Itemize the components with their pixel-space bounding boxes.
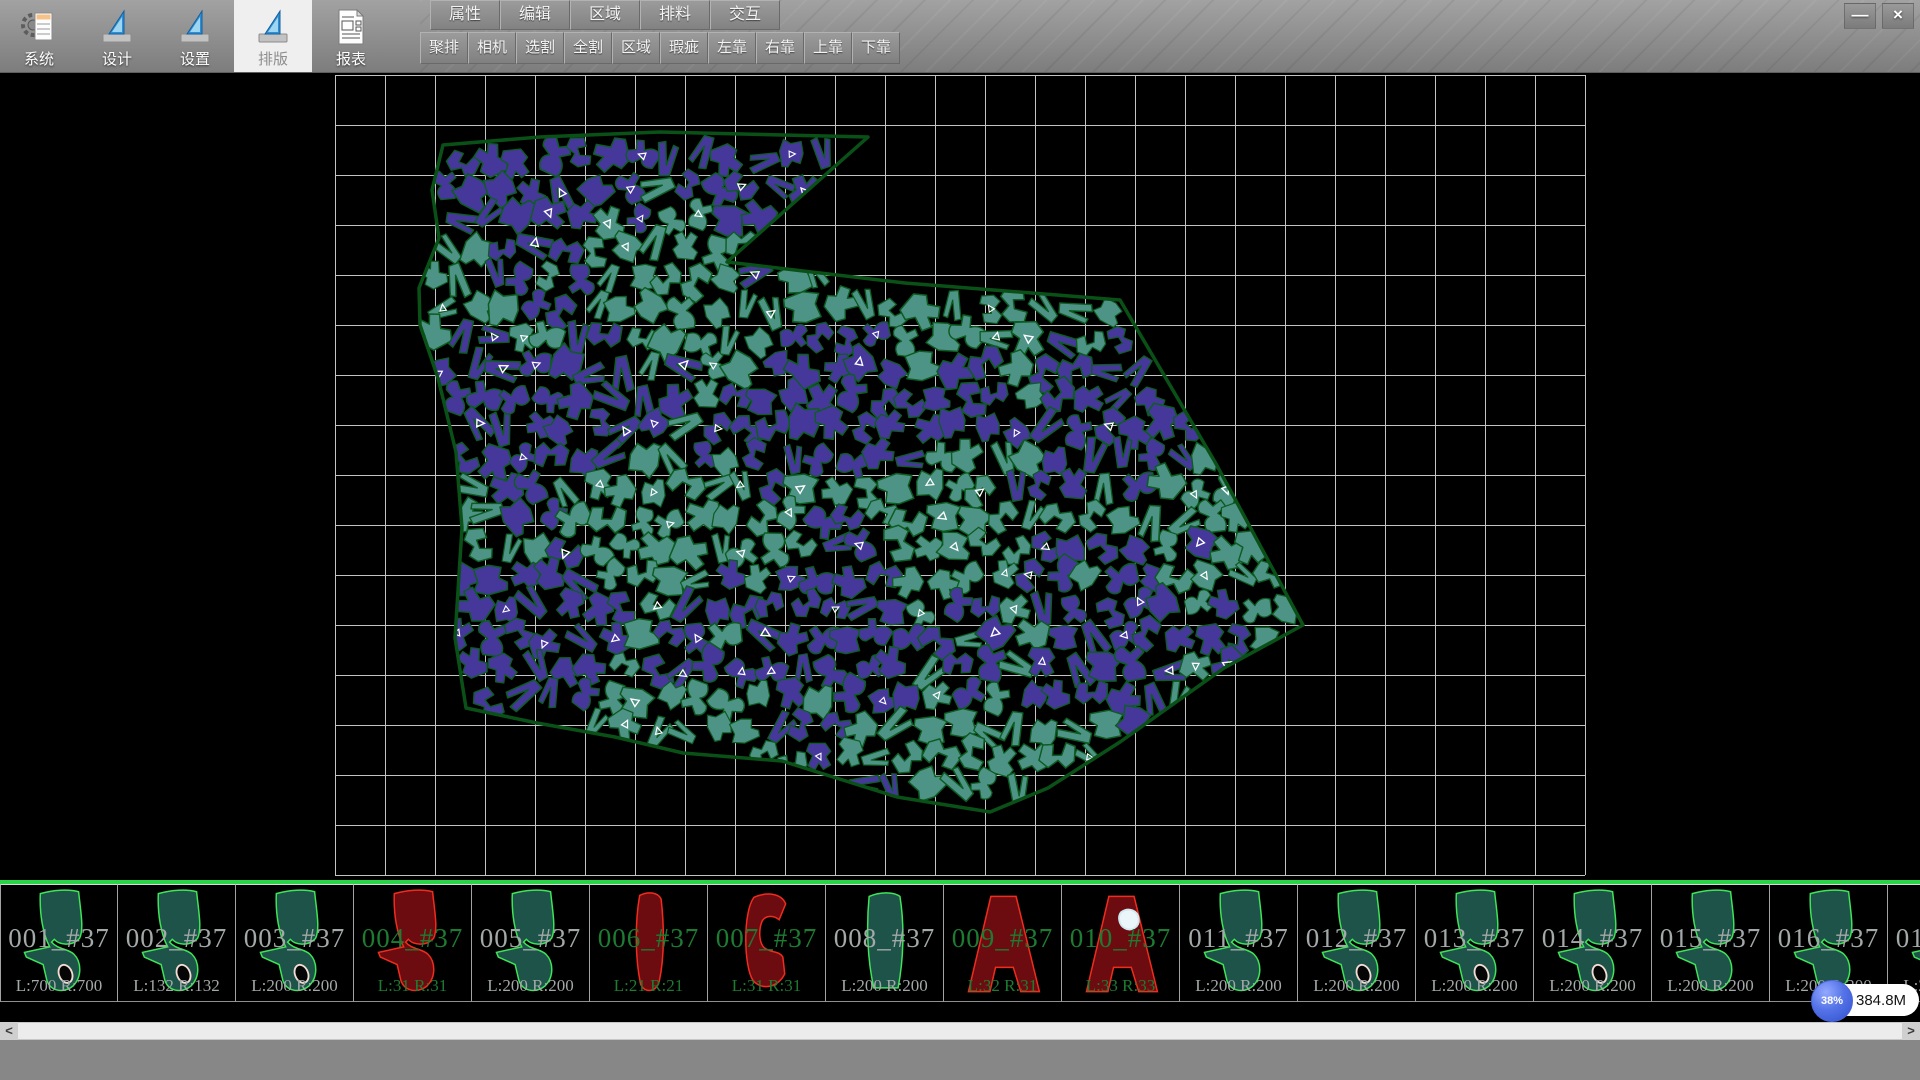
tool-row: 聚排相机选割全割区域瑕疵左靠右靠上靠下靠 <box>420 32 900 64</box>
part-counts-label: L:31 R:31 <box>354 976 471 996</box>
minimize-button[interactable]: — <box>1844 3 1876 29</box>
menu-button-properties[interactable]: 属性 <box>430 0 500 30</box>
part-id-label: 004_#37 <box>354 923 471 954</box>
memory-indicator: 38% 384.8M <box>1816 984 1919 1016</box>
part-id-label: 013_#37 <box>1416 923 1533 954</box>
app-button-label: 设计 <box>102 48 132 69</box>
part-counts-label: L:132 R:132 <box>118 976 235 996</box>
part-counts-label: L:200 R:200 <box>826 976 943 996</box>
tool-button-defect[interactable]: 瑕疵 <box>660 32 708 64</box>
part-thumbnail[interactable]: 015_#37 L:200 R:200 <box>1652 884 1770 1002</box>
scroll-right-button[interactable]: > <box>1902 1022 1920 1040</box>
app-button-label: 排版 <box>258 48 288 69</box>
tool-button-cluster-nest[interactable]: 聚排 <box>420 32 468 64</box>
part-id-label: 015_#37 <box>1652 923 1769 954</box>
app-button-design[interactable]: 设计 <box>78 0 156 72</box>
top-toolbar: 系统 设计 设置 排版 <box>0 0 1920 73</box>
part-id-label: 009_#37 <box>944 923 1061 954</box>
system-icon <box>21 7 57 47</box>
part-id-label: 014_#37 <box>1534 923 1651 954</box>
menu-row: 属性编辑区域排料交互 <box>430 0 780 30</box>
parts-panel: 001_#37L:700 R:700002_#37L:132 R:132003_… <box>0 880 1920 1006</box>
part-thumbnail[interactable]: 002_#37 L:132 R:132 <box>118 884 236 1002</box>
scroll-thumb[interactable] <box>18 1023 1902 1039</box>
part-id-label: 001_#37 <box>1 923 117 954</box>
menu-area: 属性编辑区域排料交互 聚排相机选割全割区域瑕疵左靠右靠上靠下靠 <box>420 0 1920 72</box>
part-thumbnail[interactable]: 005_#37 L:200 R:200 <box>472 884 590 1002</box>
tool-button-region[interactable]: 区域 <box>612 32 660 64</box>
app-button-label: 系统 <box>24 48 54 69</box>
part-thumbnail[interactable]: 009_#37 L:32 R:31 <box>944 884 1062 1002</box>
menu-button-interact[interactable]: 交互 <box>710 0 780 30</box>
menu-button-nesting[interactable]: 排料 <box>640 0 710 30</box>
part-id-label: 017_#37 <box>1888 923 1920 954</box>
part-id-label: 008_#37 <box>826 923 943 954</box>
part-thumbnail[interactable]: 012_#37 L:200 R:200 <box>1298 884 1416 1002</box>
close-button[interactable]: × <box>1882 3 1914 29</box>
app-button-settings[interactable]: 设置 <box>156 0 234 72</box>
part-thumbnail[interactable]: 011_#37 L:200 R:200 <box>1180 884 1298 1002</box>
part-id-label: 005_#37 <box>472 923 589 954</box>
part-counts-label: L:200 R:200 <box>1416 976 1533 996</box>
app-button-system[interactable]: 系统 <box>0 0 78 72</box>
tool-button-align-top[interactable]: 上靠 <box>804 32 852 64</box>
window-controls: — × <box>1844 3 1914 29</box>
part-counts-label: L:200 R:200 <box>236 976 353 996</box>
part-counts-label: L:200 R:200 <box>1534 976 1651 996</box>
tool-button-align-right[interactable]: 右靠 <box>756 32 804 64</box>
progress-badge: 38% <box>1811 980 1853 1022</box>
part-counts-label: L:200 R:200 <box>1652 976 1769 996</box>
part-id-label: 002_#37 <box>118 923 235 954</box>
hscrollbar[interactable]: < > <box>0 1022 1920 1040</box>
tool-button-align-bottom[interactable]: 下靠 <box>852 32 900 64</box>
scroll-left-button[interactable]: < <box>0 1022 18 1040</box>
settings-icon <box>177 7 213 47</box>
part-counts-label: L:21 R:21 <box>590 976 707 996</box>
part-id-label: 010_#37 <box>1062 923 1179 954</box>
part-counts-label: L:200 R:200 <box>1298 976 1415 996</box>
tool-button-select-cut[interactable]: 选割 <box>516 32 564 64</box>
layout-icon <box>255 7 291 47</box>
part-thumbnail[interactable]: 013_#37 L:200 R:200 <box>1416 884 1534 1002</box>
report-icon <box>333 7 369 47</box>
menu-button-edit[interactable]: 编辑 <box>500 0 570 30</box>
part-thumbnail[interactable]: 010_#37 L:33 R:33 <box>1062 884 1180 1002</box>
part-counts-label: L:31 R:31 <box>708 976 825 996</box>
part-counts-label: L:200 R:200 <box>472 976 589 996</box>
design-icon <box>99 7 135 47</box>
tool-button-cut-all[interactable]: 全割 <box>564 32 612 64</box>
part-id-label: 007_#37 <box>708 923 825 954</box>
part-id-label: 016_#37 <box>1770 923 1887 954</box>
part-counts-label: L:32 R:31 <box>944 976 1061 996</box>
part-id-label: 003_#37 <box>236 923 353 954</box>
memory-value: 384.8M <box>1856 992 1906 1009</box>
part-id-label: 006_#37 <box>590 923 707 954</box>
tool-button-camera[interactable]: 相机 <box>468 32 516 64</box>
part-thumbnail[interactable]: 007_#37 L:31 R:31 <box>708 884 826 1002</box>
part-thumbnail[interactable]: 003_#37 L:200 R:200 <box>236 884 354 1002</box>
menu-button-region[interactable]: 区域 <box>570 0 640 30</box>
tool-button-align-left[interactable]: 左靠 <box>708 32 756 64</box>
part-thumbnail[interactable]: 001_#37 L:700 R:700 <box>0 884 118 1002</box>
part-counts-label: L:33 R:33 <box>1062 976 1179 996</box>
part-id-label: 011_#37 <box>1180 923 1297 954</box>
part-thumbnail[interactable]: 006_#37 L:21 R:21 <box>590 884 708 1002</box>
app-button-label: 设置 <box>180 48 210 69</box>
app-mode-bar: 系统 设计 设置 排版 <box>0 0 390 72</box>
part-counts-label: L:700 R:700 <box>1 976 117 996</box>
part-thumbnail[interactable]: 014_#37 L:200 R:200 <box>1534 884 1652 1002</box>
part-thumbnail[interactable]: 004_#37 L:31 R:31 <box>354 884 472 1002</box>
app-button-label: 报表 <box>336 48 366 69</box>
app-button-report[interactable]: 报表 <box>312 0 390 72</box>
part-thumbnail[interactable]: 008_#37 L:200 R:200 <box>826 884 944 1002</box>
part-id-label: 012_#37 <box>1298 923 1415 954</box>
app-button-layout[interactable]: 排版 <box>234 0 312 72</box>
part-counts-label: L:200 R:200 <box>1180 976 1297 996</box>
status-bar <box>0 1040 1920 1080</box>
